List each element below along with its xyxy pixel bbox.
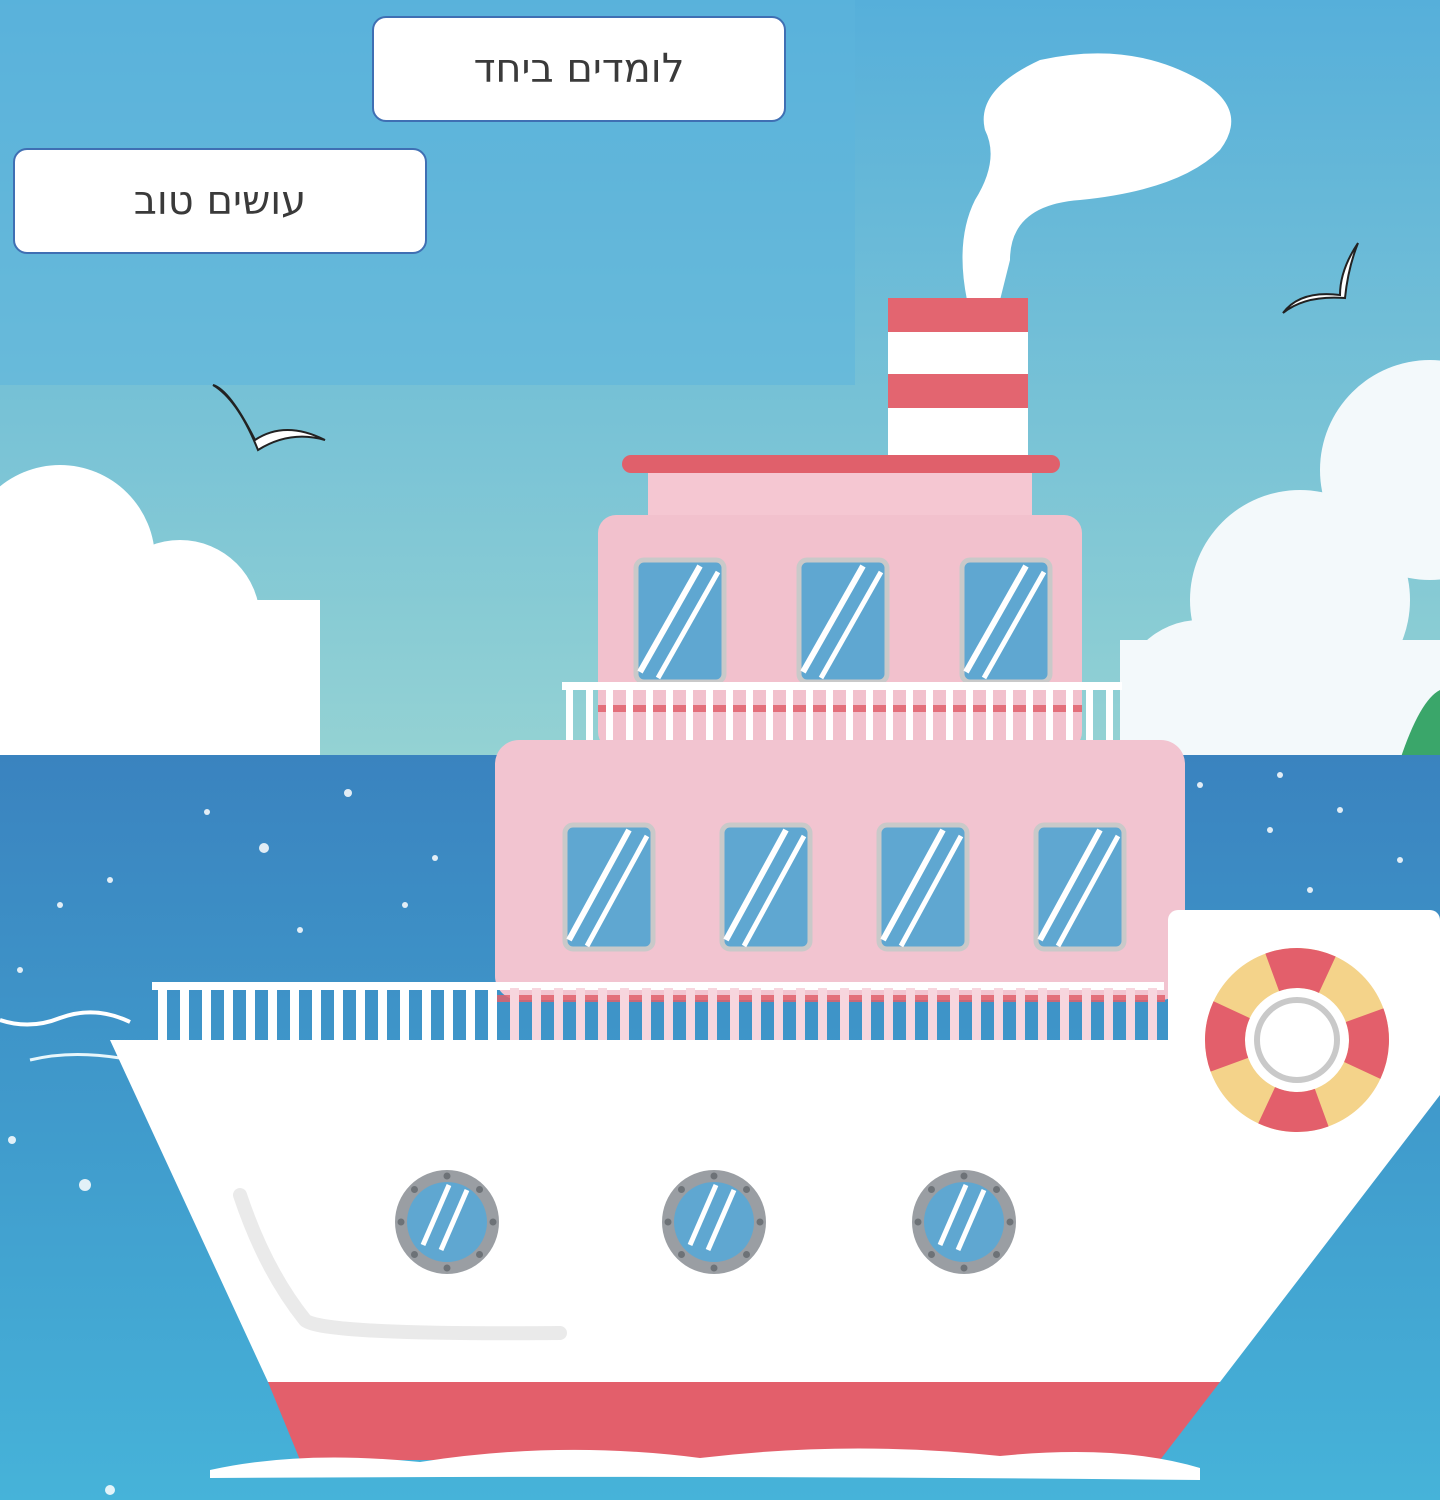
rail-bar bbox=[1026, 688, 1033, 740]
rail-bar bbox=[620, 988, 629, 1040]
rail-bar bbox=[686, 688, 693, 740]
rail-bar bbox=[972, 988, 981, 1040]
rail-bar bbox=[444, 988, 453, 1040]
window-icon bbox=[562, 822, 656, 952]
rail-bar bbox=[818, 988, 827, 1040]
rail-bar bbox=[312, 988, 321, 1040]
window-icon bbox=[633, 557, 727, 685]
rail-bar bbox=[796, 988, 805, 1040]
rail-bar bbox=[706, 688, 713, 740]
rail-bar bbox=[576, 988, 585, 1040]
rail-bar bbox=[1016, 988, 1025, 1040]
rail-bar bbox=[642, 988, 651, 1040]
rail-bar bbox=[708, 988, 717, 1040]
rail-bar bbox=[1106, 688, 1113, 740]
doing-good-label: עושים טוב bbox=[133, 178, 307, 224]
rail-bar bbox=[510, 988, 519, 1040]
rail-bar bbox=[646, 688, 653, 740]
rail-bar bbox=[726, 688, 733, 740]
rail-bar bbox=[966, 688, 973, 740]
rail-bar bbox=[158, 988, 167, 1040]
rail-bar bbox=[1038, 988, 1047, 1040]
rail-bar bbox=[180, 988, 189, 1040]
ship-chimney bbox=[888, 298, 1028, 458]
rail-bar bbox=[1006, 688, 1013, 740]
rail-bar bbox=[566, 688, 573, 740]
rail-bar bbox=[1126, 988, 1135, 1040]
rail-bar bbox=[290, 988, 299, 1040]
rail-bar bbox=[1086, 688, 1093, 740]
rail-bar bbox=[666, 688, 673, 740]
rail-bar bbox=[586, 688, 593, 740]
rail-bar bbox=[1104, 988, 1113, 1040]
rail-bar bbox=[400, 988, 409, 1040]
rail-bar bbox=[1082, 988, 1091, 1040]
rail-bar bbox=[246, 988, 255, 1040]
rail-bar bbox=[994, 988, 1003, 1040]
rail-bar bbox=[1066, 688, 1073, 740]
rail-bar bbox=[466, 988, 475, 1040]
porthole-icon bbox=[662, 1170, 766, 1274]
window-icon bbox=[796, 557, 890, 685]
rail-bar bbox=[928, 988, 937, 1040]
rail-bar bbox=[906, 688, 913, 740]
porthole-icon bbox=[912, 1170, 1016, 1274]
rail-bar bbox=[846, 688, 853, 740]
rail-bar bbox=[906, 988, 915, 1040]
rail-bar bbox=[786, 688, 793, 740]
rail-bar bbox=[766, 688, 773, 740]
rail-bar bbox=[752, 988, 761, 1040]
rail-bar bbox=[884, 988, 893, 1040]
window-icon bbox=[1033, 822, 1127, 952]
rail-bar bbox=[422, 988, 431, 1040]
rail-bar bbox=[886, 688, 893, 740]
rail-bar bbox=[268, 988, 277, 1040]
rail-bar bbox=[986, 688, 993, 740]
rail-bar bbox=[840, 988, 849, 1040]
learning-together-button[interactable]: לומדים ביחד bbox=[372, 16, 786, 122]
rail-bar bbox=[1148, 988, 1157, 1040]
porthole-icon bbox=[395, 1170, 499, 1274]
rail-bar bbox=[606, 688, 613, 740]
rail-bar bbox=[686, 988, 695, 1040]
rail-bar bbox=[1046, 688, 1053, 740]
ship-hull-stripe bbox=[268, 1382, 1220, 1460]
window-icon bbox=[719, 822, 813, 952]
rail-bar bbox=[664, 988, 673, 1040]
rail-bar bbox=[746, 688, 753, 740]
rail-bar bbox=[826, 688, 833, 740]
window-icon bbox=[959, 557, 1053, 685]
rail-bar bbox=[946, 688, 953, 740]
rail-bar bbox=[334, 988, 343, 1040]
rail-bar bbox=[378, 988, 387, 1040]
rail-bar bbox=[806, 688, 813, 740]
rail-bar bbox=[224, 988, 233, 1040]
rail-bar bbox=[866, 688, 873, 740]
rail-bar bbox=[532, 988, 541, 1040]
rail-bar bbox=[488, 988, 497, 1040]
rail-bar bbox=[730, 988, 739, 1040]
rail-bar bbox=[598, 988, 607, 1040]
rail-bar bbox=[626, 688, 633, 740]
rail-bar bbox=[1060, 988, 1069, 1040]
window-icon bbox=[876, 822, 970, 952]
doing-good-button[interactable]: עושים טוב bbox=[13, 148, 427, 254]
rail-bar bbox=[554, 988, 563, 1040]
learning-together-label: לומדים ביחד bbox=[473, 46, 685, 92]
rail-bar bbox=[926, 688, 933, 740]
rail-bar bbox=[774, 988, 783, 1040]
ship-roof bbox=[622, 455, 1060, 473]
rail-bar bbox=[950, 988, 959, 1040]
rail-bar bbox=[862, 988, 871, 1040]
rail-bar bbox=[356, 988, 365, 1040]
rail-bar bbox=[202, 988, 211, 1040]
